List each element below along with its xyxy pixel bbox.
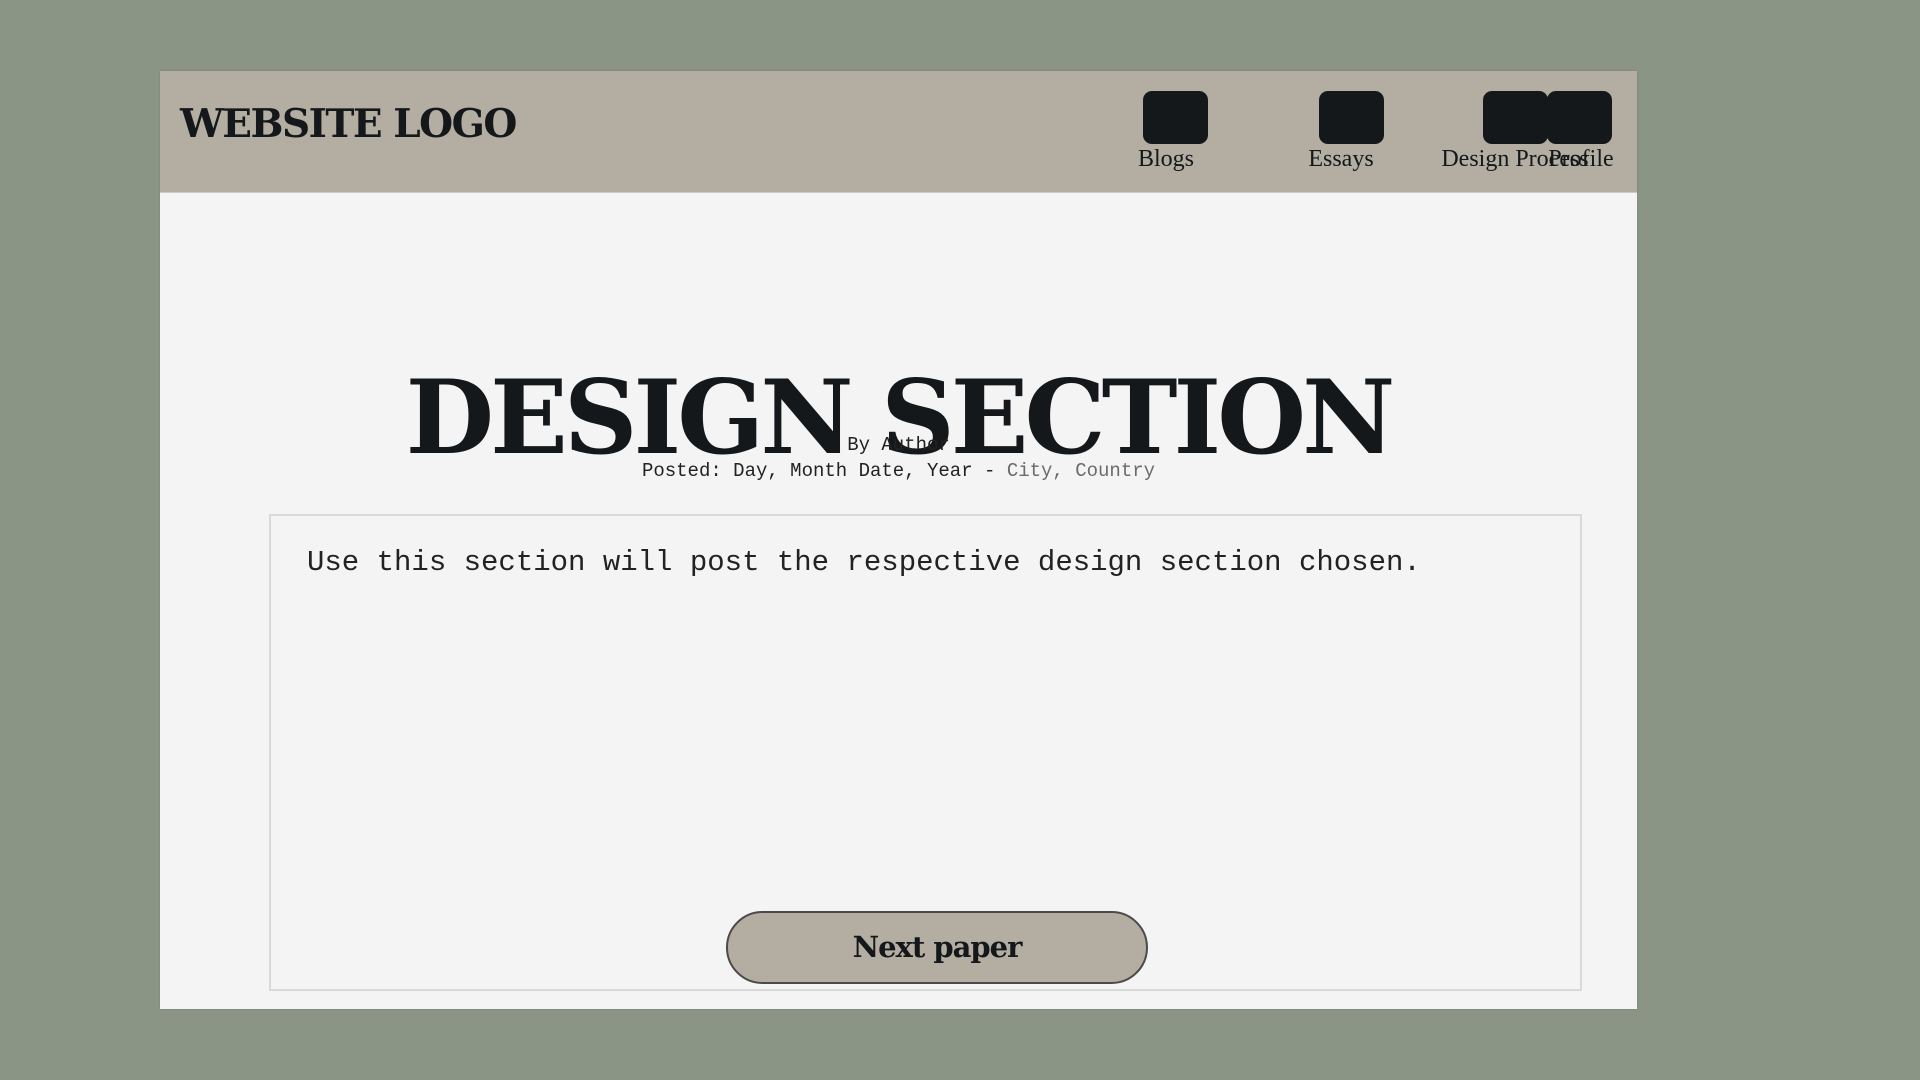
posted-info: Posted: Day, Month Date, Year - City, Co…	[160, 460, 1637, 482]
posted-date: Posted: Day, Month Date, Year -	[641, 460, 1007, 482]
nav-item-blogs[interactable]: Blogs	[1066, 91, 1266, 191]
nav-label-blogs[interactable]: Blogs	[1066, 146, 1266, 173]
page-card: WEBSITE LOGO Blogs Essays Design Process…	[160, 71, 1637, 1009]
content-box: Use this section will post the respectiv…	[269, 514, 1582, 991]
author-byline: By Author	[847, 434, 950, 456]
site-header: WEBSITE LOGO Blogs Essays Design Process…	[160, 71, 1637, 193]
profile-icon[interactable]	[1547, 91, 1612, 144]
website-logo[interactable]: WEBSITE LOGO	[180, 101, 517, 147]
blogs-icon[interactable]	[1143, 91, 1208, 144]
nav-item-profile[interactable]: Profile	[1421, 91, 1621, 191]
posted-location: City, Country	[1006, 460, 1156, 482]
nav-label-profile[interactable]: Profile	[1481, 146, 1637, 173]
next-paper-button[interactable]: Next paper	[726, 911, 1148, 984]
content-text: Use this section will post the respectiv…	[307, 546, 1421, 579]
